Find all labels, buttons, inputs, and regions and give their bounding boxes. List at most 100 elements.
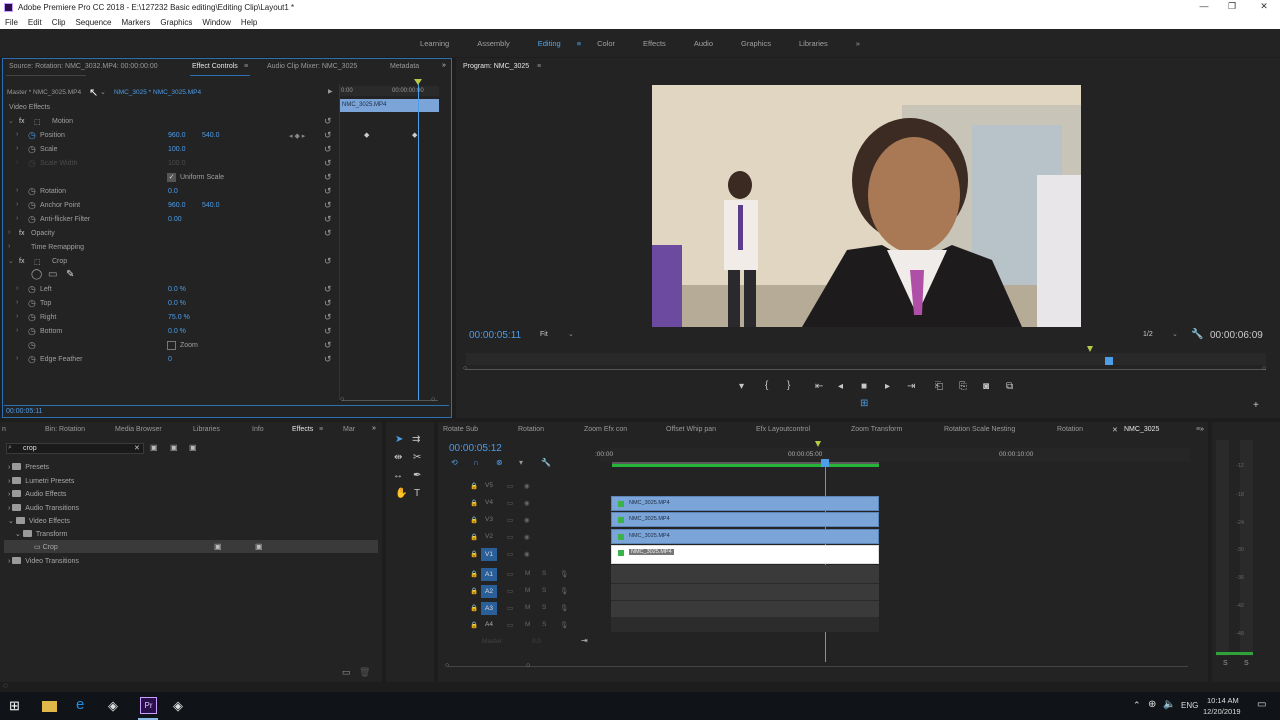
clip-v4[interactable]: NMC_3025.MP4 bbox=[611, 496, 879, 511]
clear-search-icon[interactable]: ✕ bbox=[134, 444, 140, 452]
zoom-checkbox[interactable] bbox=[167, 341, 176, 350]
type-tool-icon[interactable]: T bbox=[414, 488, 420, 499]
premiere-pro-icon[interactable]: Pr bbox=[140, 697, 157, 714]
reset-icon[interactable]: ↺ bbox=[324, 200, 332, 211]
program-playhead[interactable] bbox=[1105, 357, 1113, 365]
solo-icon[interactable]: S bbox=[542, 570, 546, 577]
track-a4[interactable]: 🔒 A4 ▭ M S 🎙 bbox=[452, 618, 600, 635]
menu-icon[interactable]: ≡ bbox=[319, 426, 323, 433]
menu-clip[interactable]: Clip bbox=[47, 18, 71, 27]
crop-right-value[interactable]: 75.0 % bbox=[168, 314, 190, 321]
scroll-handle-icon[interactable]: ○ bbox=[340, 396, 344, 403]
track-label-a2[interactable]: A2 bbox=[481, 585, 497, 598]
tree-item-presets[interactable]: › Presets bbox=[8, 463, 49, 471]
lift-icon[interactable]: ⎗ bbox=[935, 381, 943, 392]
stopwatch-icon[interactable]: ◷ bbox=[28, 298, 36, 309]
pen-mask-icon[interactable]: ✎ bbox=[66, 269, 74, 280]
reset-icon[interactable]: ↺ bbox=[324, 186, 332, 197]
time-remapping-row[interactable]: › Time Remapping bbox=[0, 241, 338, 255]
accelerated-effects-icon[interactable]: ▣ bbox=[150, 443, 158, 452]
tree-item-crop[interactable]: ▭ Crop bbox=[34, 543, 58, 551]
stopwatch-icon[interactable]: ◷ bbox=[28, 340, 36, 351]
stopwatch-icon[interactable]: ◷ bbox=[28, 200, 36, 211]
lock-icon[interactable]: 🔒 bbox=[470, 604, 478, 612]
ellipse-mask-icon[interactable]: ◯ bbox=[31, 269, 42, 280]
sync-lock-icon[interactable]: ▭ bbox=[507, 482, 513, 490]
track-a3[interactable]: 🔒 A3 ▭ M S 🎙 bbox=[452, 601, 600, 618]
tab-libraries[interactable]: Libraries bbox=[193, 426, 220, 433]
panel-overflow-icon[interactable]: » bbox=[442, 62, 446, 69]
fx-badge-icon[interactable]: fx bbox=[19, 230, 24, 237]
linked-selection-icon[interactable]: ⊗ bbox=[496, 458, 503, 467]
ec-zoom-scroll[interactable] bbox=[342, 400, 438, 401]
tree-item-transform[interactable]: ⌄ Transform bbox=[15, 530, 67, 538]
tab-effect-controls[interactable]: Effect Controls bbox=[192, 63, 238, 70]
track-v3[interactable]: 🔒 V3 ▭ ◉ bbox=[452, 513, 600, 530]
tab-effects[interactable]: Effects bbox=[292, 426, 313, 433]
volume-icon[interactable]: 🔈 bbox=[1163, 699, 1175, 710]
stopwatch-icon[interactable]: ◷ bbox=[28, 284, 36, 295]
crop-top-row[interactable]: › ◷ Top 0.0 % ↺ bbox=[0, 297, 338, 311]
crop-row[interactable]: ⌄ fx ⬚ Crop ↺ bbox=[0, 255, 338, 269]
workspace-effects[interactable]: Effects bbox=[629, 39, 680, 48]
motion-row[interactable]: ⌄ fx ⬚ Motion ↺ bbox=[0, 115, 338, 129]
reset-icon[interactable]: ↺ bbox=[324, 228, 332, 239]
step-forward-icon[interactable]: ▸ bbox=[885, 381, 890, 392]
ec-ruler[interactable] bbox=[339, 86, 439, 96]
tab-info[interactable]: Info bbox=[252, 426, 264, 433]
track-a1[interactable]: 🔒 A1 ▭ M S 🎙 bbox=[452, 567, 600, 584]
seq-tab-zoom-efx-con[interactable]: Zoom Efx con bbox=[584, 426, 627, 433]
antiflicker-row[interactable]: › ◷ Anti-flicker Filter 0.00 ↺ bbox=[0, 213, 338, 227]
chevron-down-icon[interactable]: ⌄ bbox=[100, 88, 106, 96]
eye-icon[interactable]: ◉ bbox=[524, 499, 530, 507]
chevron-right-icon[interactable]: › bbox=[16, 131, 18, 138]
stopwatch-icon[interactable]: ◷ bbox=[28, 214, 36, 225]
position-y-value[interactable]: 540.0 bbox=[202, 132, 220, 139]
menu-help[interactable]: Help bbox=[236, 18, 262, 27]
chevron-down-icon[interactable]: ⌄ bbox=[568, 330, 574, 338]
lock-icon[interactable]: 🔒 bbox=[470, 533, 478, 541]
timeline-ruler[interactable] bbox=[600, 448, 1190, 462]
program-zoom-bar[interactable] bbox=[466, 369, 1266, 370]
anchor-y-value[interactable]: 540.0 bbox=[202, 202, 220, 209]
track-v5[interactable]: 🔒 V5 ▭ ◉ bbox=[452, 479, 600, 496]
menu-edit[interactable]: Edit bbox=[23, 18, 47, 27]
track-select-tool-icon[interactable]: ⇉ bbox=[412, 434, 420, 445]
reset-icon[interactable]: ↺ bbox=[324, 214, 332, 225]
workspace-editing[interactable]: Editing bbox=[524, 39, 575, 48]
stopwatch-icon[interactable]: ◷ bbox=[28, 312, 36, 323]
chevron-right-icon[interactable]: › bbox=[16, 201, 18, 208]
panel-overflow-icon[interactable]: » bbox=[372, 425, 376, 432]
stopwatch-icon[interactable]: ◷ bbox=[28, 144, 36, 155]
wrench-icon[interactable]: 🔧 bbox=[1191, 329, 1203, 340]
clock-time[interactable]: 10:14 AM bbox=[1207, 696, 1239, 705]
scale-value[interactable]: 100.0 bbox=[168, 146, 186, 153]
mic-icon[interactable]: 🎙 bbox=[560, 570, 568, 578]
stop-icon[interactable]: ■ bbox=[861, 381, 867, 392]
ec-playhead[interactable] bbox=[418, 84, 419, 400]
uniform-scale-row[interactable]: ✓ Uniform Scale ↺ bbox=[0, 171, 338, 185]
track-v2[interactable]: 🔒 V2 ▭ ◉ bbox=[452, 530, 600, 547]
sync-lock-icon[interactable]: ▭ bbox=[507, 533, 513, 541]
ec-timecode[interactable]: 00:00:05:11 bbox=[6, 408, 42, 415]
fit-dropdown[interactable]: Fit bbox=[540, 331, 548, 338]
motion-transform-icon[interactable]: ⬚ bbox=[34, 118, 41, 126]
program-time-ruler[interactable] bbox=[466, 353, 1266, 365]
scale-row[interactable]: › ◷ Scale 100.0 ↺ bbox=[0, 143, 338, 157]
tree-item-crop-highlight[interactable] bbox=[4, 540, 378, 553]
clip-v2[interactable]: NMC_3025.MP4 bbox=[611, 529, 879, 544]
scroll-handle-icon[interactable]: ○ bbox=[1262, 365, 1266, 372]
app-icon[interactable]: ◈ bbox=[108, 698, 124, 714]
seq-tab-nmc-3025[interactable]: NMC_3025 bbox=[1124, 426, 1159, 433]
menu-window[interactable]: Window bbox=[197, 18, 235, 27]
mute-icon[interactable]: M bbox=[525, 587, 530, 594]
chevron-down-icon[interactable]: ⌄ bbox=[8, 257, 14, 265]
mic-icon[interactable]: 🎙 bbox=[560, 587, 568, 595]
hand-tool-icon[interactable]: ✋ bbox=[395, 488, 407, 499]
close-tab-icon[interactable]: ✕ bbox=[1112, 426, 1118, 434]
scroll-handle-icon[interactable]: ○ bbox=[445, 662, 449, 669]
step-back-icon[interactable]: ◂ bbox=[838, 381, 843, 392]
crop-bottom-row[interactable]: › ◷ Bottom 0.0 % ↺ bbox=[0, 325, 338, 339]
reset-icon[interactable]: ↺ bbox=[324, 340, 332, 351]
button-editor-icon[interactable]: + bbox=[1253, 400, 1259, 411]
